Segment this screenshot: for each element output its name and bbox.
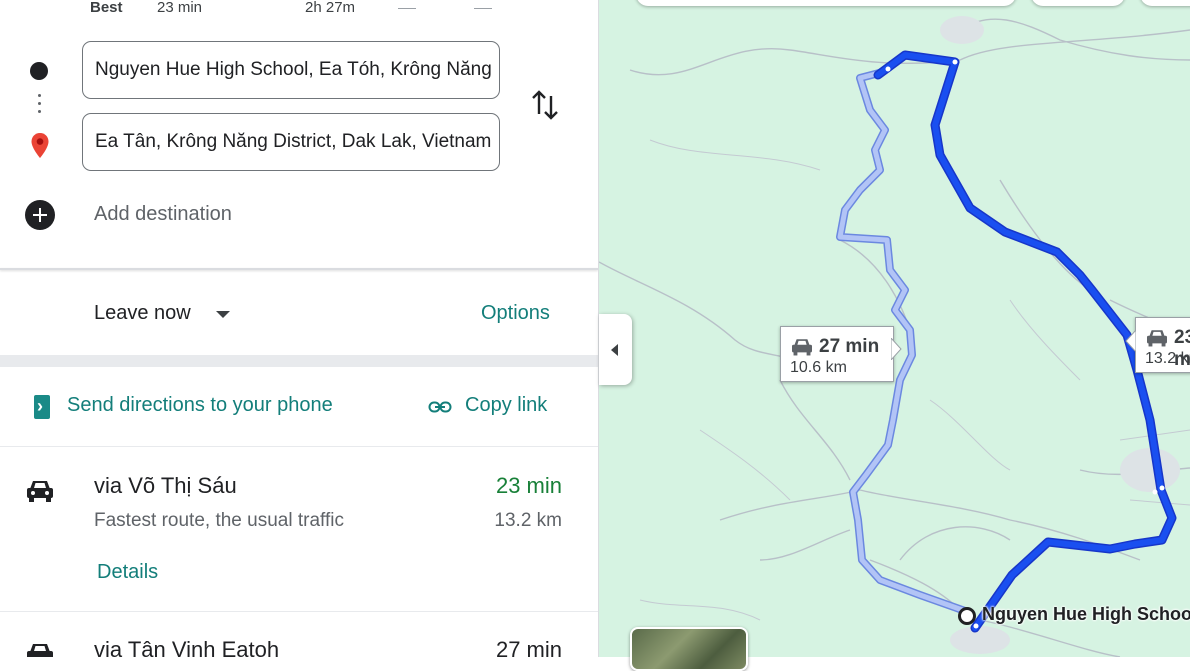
route-duration: 27 min [495, 637, 562, 657]
callout-pointer [891, 338, 902, 360]
section-separator [0, 355, 598, 367]
send-directions-link[interactable]: Send directions to your phone [67, 394, 333, 417]
mode-best-label[interactable]: Best [90, 0, 123, 16]
divider [0, 611, 598, 612]
map-filter-chip[interactable] [1140, 0, 1190, 6]
origin-field[interactable] [82, 41, 500, 99]
main-route-callout[interactable]: 23 min 13.2 km [1135, 317, 1190, 373]
options-button[interactable]: Options [481, 302, 550, 325]
connector-dot-icon [38, 94, 41, 97]
mode-walk-time[interactable] [398, 8, 416, 9]
link-icon[interactable] [428, 399, 452, 415]
route-details-button[interactable]: Details [97, 561, 158, 584]
divider [0, 268, 598, 270]
map-filter-chip[interactable] [1031, 0, 1125, 6]
alt-route-callout[interactable]: 27 min 10.6 km [780, 326, 894, 382]
origin-marker-icon[interactable] [958, 607, 976, 625]
destination-pin-icon [31, 133, 49, 158]
map-search-chip[interactable] [636, 0, 1016, 6]
mode-transit-time[interactable]: 2h 27m [305, 0, 355, 16]
route-duration: 23 min [495, 473, 562, 498]
map-graphic[interactable] [599, 0, 1190, 657]
swap-icon[interactable] [530, 88, 560, 122]
route-distance: 13.2 km [494, 510, 562, 531]
car-icon [792, 339, 812, 356]
route-subtitle: Fastest route, the usual traffic [94, 510, 344, 531]
mode-bike-time[interactable] [474, 8, 492, 9]
mode-drive-time[interactable]: 23 min [157, 0, 202, 16]
destination-input[interactable] [83, 114, 495, 170]
copy-link-button[interactable]: Copy link [465, 394, 547, 417]
add-destination-button[interactable]: Add destination [94, 203, 232, 226]
callout-pointer [1125, 330, 1136, 352]
callout-distance: 13.2 km [1145, 350, 1190, 367]
leave-now-dropdown[interactable]: Leave now [94, 302, 191, 325]
car-icon [27, 644, 53, 657]
car-icon [1147, 330, 1167, 347]
route-name[interactable]: via Tân Vinh Eatoh [94, 637, 279, 657]
destination-field[interactable] [82, 113, 500, 171]
origin-place-label[interactable]: Nguyen Hue High School [982, 604, 1190, 625]
map-canvas[interactable] [599, 0, 1190, 657]
collapse-panel-button[interactable] [599, 314, 632, 385]
origin-dot-icon [30, 62, 48, 80]
origin-input[interactable] [83, 42, 495, 98]
connector-dot-icon [38, 110, 41, 113]
connector-dot-icon [38, 102, 41, 105]
send-to-phone-icon[interactable] [34, 395, 50, 419]
callout-distance: 10.6 km [790, 359, 847, 376]
add-destination-icon[interactable] [25, 200, 55, 230]
directions-panel: Best 23 min 2h 27m Add destination Leave… [0, 0, 598, 657]
satellite-layer-thumbnail[interactable] [630, 627, 748, 671]
route-name[interactable]: via Võ Thị Sáu [94, 473, 237, 499]
car-icon [27, 481, 53, 502]
dropdown-caret-icon[interactable] [216, 311, 230, 318]
divider [0, 446, 598, 447]
callout-time: 27 min [819, 336, 880, 357]
